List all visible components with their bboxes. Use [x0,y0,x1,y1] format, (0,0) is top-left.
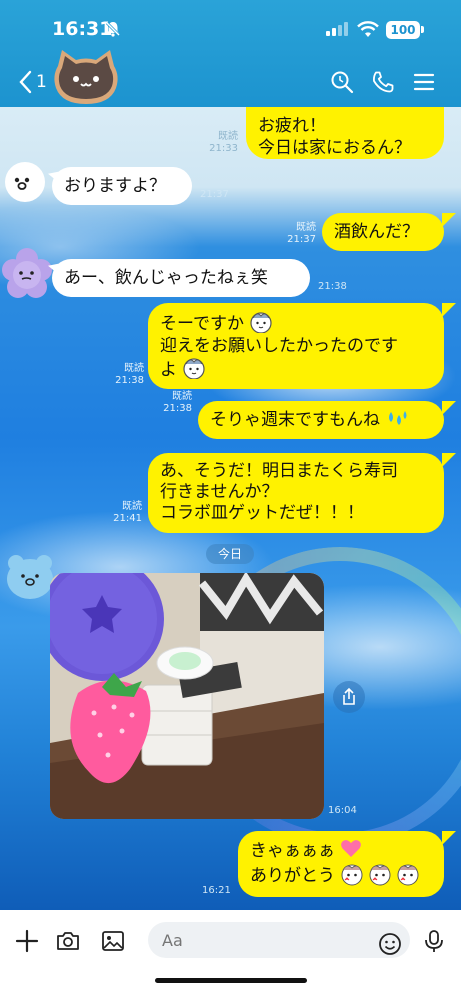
image-icon[interactable] [100,928,126,954]
chat-header: 16:31 100 1 [0,0,461,107]
wifi-icon [357,21,379,37]
message-time: 16:04 [328,805,357,816]
cat-face-sticker-icon [183,358,206,380]
chevron-left-icon [19,70,32,94]
message-meta: 既読 21:41 [113,501,142,524]
cat-face-sticker-icon [250,312,272,334]
phone-icon[interactable] [371,70,395,94]
mic-icon[interactable] [421,928,447,954]
sweat-drops-icon [389,411,407,425]
message-time: 16:21 [202,885,231,896]
back-button[interactable]: 1 [14,68,48,98]
avatar-purple-flower[interactable] [0,247,54,301]
home-indicator [155,978,307,983]
photo-message[interactable] [50,573,324,819]
search-icon[interactable] [330,70,354,94]
their-message-bubble[interactable]: おりますよ？ [52,167,192,205]
their-message-bubble[interactable]: あー、飲んじゃったねぇ笑 [52,259,310,297]
message-meta: 既読 21:33 [209,131,238,154]
my-message-bubble[interactable]: あ、そうだ！明日またくら寿司 行きませんか？ コラボ皿ゲットだぜ！！！ [148,453,444,533]
share-button[interactable] [333,681,365,713]
chat-messages-area[interactable]: 既読 21:33 お疲れ！ 今日は家におるん？ おりますよ？ 21:37 既読 21… [0,107,461,910]
message-time: 21:37 [200,189,229,200]
message-meta: 既読 21:38 [115,363,144,386]
message-time: 21:38 [318,281,347,292]
my-message-bubble[interactable]: 酒飲んだ？ [322,213,444,251]
my-message-bubble[interactable]: そーですか 迎えをお願いしたかったのです よ [148,303,444,389]
message-input[interactable] [148,922,410,958]
cat-stickers-icon [341,864,419,886]
my-message-bubble[interactable]: そりゃ週末ですもんね [198,401,444,439]
my-message-bubble[interactable]: お疲れ！ 今日は家におるん？ [246,107,444,159]
message-meta: 既読 21:37 [287,222,316,245]
avatar-blue-bear[interactable] [4,551,56,601]
contact-avatar-cat[interactable] [50,46,122,108]
bell-off-icon [105,21,121,37]
camera-icon[interactable] [55,928,81,954]
emoji-icon[interactable] [378,932,402,956]
message-input-bar [0,910,461,1000]
battery-indicator: 100 [386,21,420,39]
plus-icon[interactable] [14,928,40,954]
my-message-bubble[interactable]: きゃぁぁぁ ありがとう [238,831,444,897]
heart-icon [341,840,362,857]
menu-icon[interactable] [412,70,436,94]
date-divider: 今日 [206,544,254,564]
unread-count: 1 [36,72,47,92]
share-icon [343,687,355,705]
avatar-white-blob[interactable] [4,161,46,203]
signal-icon [326,22,348,36]
message-meta: 既読 21:38 [163,391,192,414]
photo-content [50,573,324,819]
